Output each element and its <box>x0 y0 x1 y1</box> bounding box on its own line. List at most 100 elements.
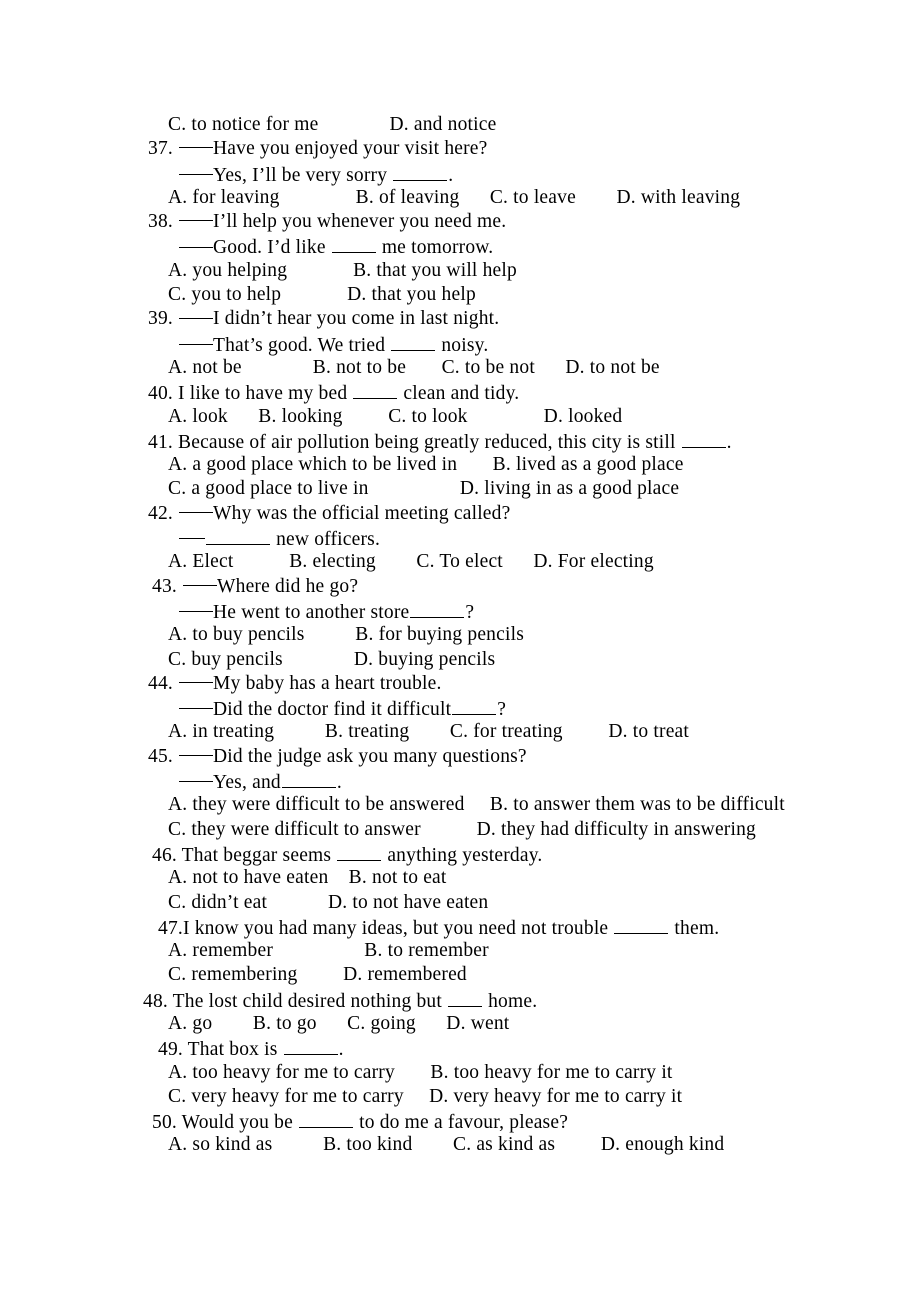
line-text: 42. <box>148 502 179 524</box>
answer-blank <box>410 599 465 618</box>
line-text: He went to another store <box>213 601 410 623</box>
question-line: 45. Did the judge ask you many questions… <box>0 745 920 769</box>
dialogue-dash-icon <box>179 511 214 513</box>
line-text: A. go B. to go C. going D. went <box>168 1012 510 1034</box>
question-line: 42. Why was the official meeting called? <box>0 502 920 526</box>
line-text: C. didn’t eat D. to not have eaten <box>168 891 489 913</box>
line-text: A. not to have eaten B. not to eat <box>168 867 447 889</box>
line-text: . <box>338 1039 344 1061</box>
question-line: 50. Would you be to do me a favour, plea… <box>0 1109 920 1133</box>
line-text: Did the judge ask you many questions? <box>213 745 527 767</box>
dialogue-dash-icon <box>179 611 213 613</box>
option-line: C. buy pencils D. buying pencils <box>0 648 920 672</box>
line-text: anything yesterday. <box>382 844 543 866</box>
line-text: 45. <box>148 745 179 767</box>
line-text: Have you enjoyed your visit here? <box>213 138 488 160</box>
line-text: A. you helping B. that you will help <box>168 259 517 281</box>
line-text: home. <box>483 990 538 1012</box>
line-text: 50. Would you be <box>152 1112 299 1134</box>
option-line: A. a good place which to be lived in B. … <box>0 453 920 477</box>
line-text: My baby has a heart trouble. <box>213 672 442 694</box>
answer-blank <box>452 696 497 716</box>
line-text: Where did he go? <box>217 575 359 597</box>
dialogue-dash-icon <box>183 584 218 586</box>
line-text: A. look B. looking C. to look D. looked <box>168 405 623 427</box>
line-text: C. a good place to live in D. living in … <box>168 478 680 500</box>
option-line: A. look B. looking C. to look D. looked <box>0 405 920 429</box>
dialogue-dash-icon <box>179 708 213 710</box>
option-line: A. you helping B. that you will help <box>0 259 920 283</box>
line-text: A. to buy pencils B. for buying pencils <box>168 624 524 646</box>
line-text: them. <box>669 917 720 939</box>
option-line: A. go B. to go C. going D. went <box>0 1012 920 1036</box>
line-text: . <box>448 164 454 186</box>
line-text: 43. <box>152 575 183 597</box>
question-line: 48. The lost child desired nothing but h… <box>0 988 920 1012</box>
option-line: A. Elect B. electing C. To elect D. For … <box>0 550 920 574</box>
line-text: 38. <box>148 211 179 233</box>
dialogue-dash-icon <box>179 681 214 683</box>
dialogue-dash-icon <box>179 220 214 222</box>
option-line: C. to notice for me D. and notice <box>0 113 920 137</box>
option-line: C. they were difficult to answer D. they… <box>0 818 920 842</box>
line-text: ? <box>497 699 507 721</box>
dialogue-dash-icon <box>179 343 213 345</box>
option-line: C. remembering D. remembered <box>0 963 920 987</box>
option-line: A. for leaving B. of leaving C. to leave… <box>0 186 920 210</box>
question-line: Did the doctor find it difficult? <box>0 696 920 720</box>
line-text: C. buy pencils D. buying pencils <box>168 648 496 670</box>
dialogue-dash-icon <box>179 317 214 319</box>
line-text: Did the doctor find it difficult <box>213 699 452 721</box>
answer-blank <box>206 526 270 545</box>
answer-blank <box>391 332 436 351</box>
line-text: 47.I know you had many ideas, but you ne… <box>158 917 614 939</box>
answer-blank <box>281 769 336 788</box>
line-text: A. Elect B. electing C. To elect D. For … <box>168 551 654 573</box>
line-text: noisy. <box>436 334 489 356</box>
line-text: 40. I like to have my bed <box>148 383 353 405</box>
exam-question-list: C. to notice for me D. and notice 37. Hav… <box>0 113 920 1158</box>
question-line: 46. That beggar seems anything yesterday… <box>0 842 920 866</box>
option-line: C. didn’t eat D. to not have eaten <box>0 891 920 915</box>
line-text: C. you to help D. that you help <box>168 284 476 306</box>
option-line: A. they were difficult to be answered B.… <box>0 793 920 817</box>
line-text: ? <box>465 601 475 623</box>
question-line: 40. I like to have my bed clean and tidy… <box>0 380 920 404</box>
question-line: That’s good. We tried noisy. <box>0 332 920 356</box>
line-text: Yes, I’ll be very sorry <box>213 164 393 186</box>
line-text: C. to notice for me D. and notice <box>168 114 497 135</box>
line-text: me tomorrow. <box>376 237 494 259</box>
line-text: A. too heavy for me to carry B. too heav… <box>168 1061 673 1083</box>
question-line: 49. That box is . <box>0 1036 920 1060</box>
option-line: A. not be B. not to be C. to be not D. t… <box>0 356 920 380</box>
line-text: . <box>726 431 732 453</box>
dialogue-dash-icon <box>179 538 205 540</box>
dialogue-dash-icon <box>179 754 214 756</box>
option-line: A. not to have eaten B. not to eat <box>0 866 920 890</box>
question-line: 44. My baby has a heart trouble. <box>0 672 920 696</box>
answer-blank <box>353 380 398 400</box>
question-line: 43. Where did he go? <box>0 575 920 599</box>
line-text: 37. <box>148 138 179 160</box>
question-line: 41. Because of air pollution being great… <box>0 429 920 453</box>
option-line: A. to buy pencils B. for buying pencils <box>0 623 920 647</box>
line-text: C. very heavy for me to carry D. very he… <box>168 1085 683 1107</box>
line-text: new officers. <box>271 528 381 550</box>
line-text: to do me a favour, please? <box>354 1112 569 1134</box>
question-line: 38. I’ll help you whenever you need me. <box>0 210 920 234</box>
line-text: clean and tidy. <box>398 383 520 405</box>
question-line: Good. I’d like me tomorrow. <box>0 234 920 258</box>
line-text: A. for leaving B. of leaving C. to leave… <box>168 186 741 208</box>
dialogue-dash-icon <box>179 147 214 149</box>
line-text: A. not be B. not to be C. to be not D. t… <box>168 356 660 378</box>
document-page: C. to notice for me D. and notice 37. Hav… <box>0 0 920 1302</box>
question-line: 47.I know you had many ideas, but you ne… <box>0 915 920 939</box>
option-line: A. remember B. to remember <box>0 939 920 963</box>
line-text: A. in treating B. treating C. for treati… <box>168 721 690 743</box>
line-text: 48. The lost child desired nothing but <box>143 990 448 1012</box>
answer-blank <box>331 234 376 254</box>
dialogue-dash-icon <box>179 246 213 248</box>
answer-blank <box>393 162 448 181</box>
question-line: Yes, I’ll be very sorry . <box>0 162 920 186</box>
option-line: A. too heavy for me to carry B. too heav… <box>0 1061 920 1085</box>
